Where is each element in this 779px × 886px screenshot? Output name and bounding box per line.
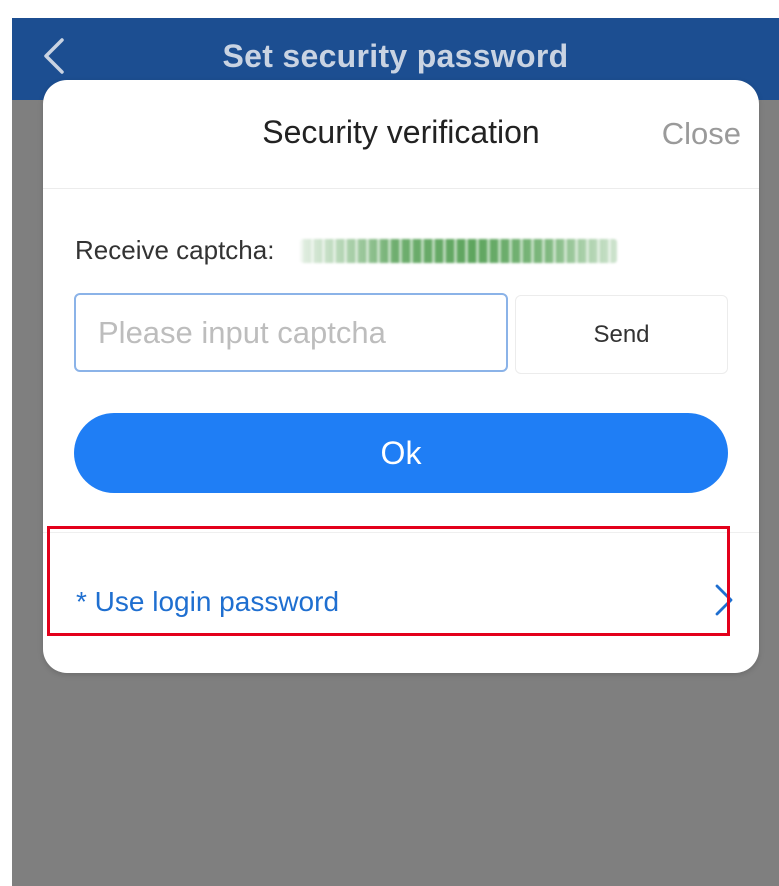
divider [43, 532, 759, 533]
security-verification-dialog: Security verification Close Receive capt… [43, 80, 759, 673]
dialog-title: Security verification [262, 114, 540, 150]
chevron-right-icon [715, 584, 733, 616]
screen: Set security password Security verificat… [12, 18, 779, 886]
page-title: Set security password [222, 38, 569, 74]
close-button[interactable]: Close [662, 116, 741, 152]
receive-captcha-label: Receive captcha: [75, 235, 275, 265]
captcha-input[interactable] [74, 293, 508, 372]
use-login-password-row[interactable]: * Use login password [43, 542, 759, 660]
use-login-password-label: * Use login password [76, 586, 340, 617]
dialog-header: Security verification Close [43, 80, 759, 189]
ok-button[interactable]: Ok [74, 413, 728, 493]
send-captcha-button[interactable]: Send [515, 295, 728, 374]
masked-phone-number [300, 239, 617, 263]
